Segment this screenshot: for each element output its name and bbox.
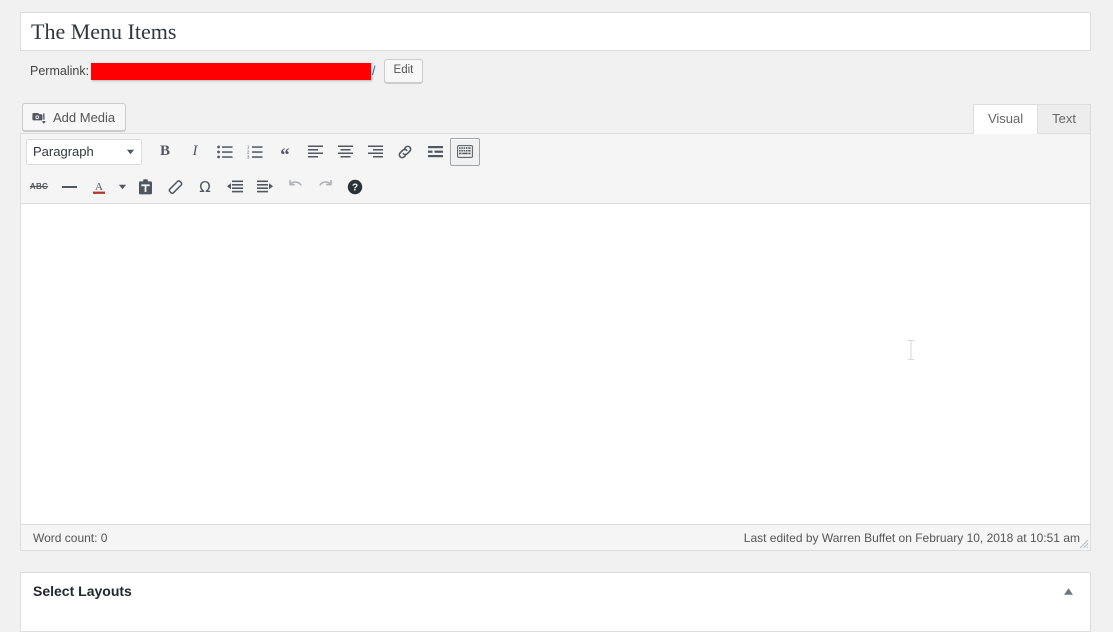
format-select[interactable]: Paragraph	[26, 138, 142, 165]
text-color-button[interactable]: A	[84, 173, 114, 201]
align-center-icon	[337, 145, 353, 158]
numbered-list-button[interactable]: 1 2 3	[240, 138, 270, 166]
clear-formatting-button[interactable]	[160, 173, 190, 201]
content-editor: Paragraph B I 1 2 3 “ ABC A Ω ? Word cou…	[20, 133, 1091, 551]
keyboard-shortcuts-button[interactable]: ?	[340, 173, 370, 201]
toolbar-toggle-button[interactable]	[450, 137, 480, 166]
redo-icon	[317, 179, 334, 194]
svg-text:A: A	[95, 181, 103, 193]
tab-visual[interactable]: Visual	[972, 104, 1039, 134]
italic-button[interactable]: I	[180, 138, 210, 166]
post-title-box	[20, 12, 1091, 51]
chevron-down-icon	[126, 144, 135, 159]
read-more-icon	[427, 145, 443, 158]
permalink-label: Permalink:	[30, 64, 90, 78]
insert-link-button[interactable]	[390, 138, 420, 166]
paste-as-text-button[interactable]	[130, 173, 160, 201]
bulleted-list-icon	[217, 145, 233, 159]
bulleted-list-button[interactable]	[210, 138, 240, 166]
triangle-up-icon	[1063, 584, 1074, 599]
undo-icon	[287, 179, 304, 194]
strikethrough-icon: ABC	[29, 182, 49, 191]
post-title-input[interactable]	[21, 13, 1090, 50]
add-media-button[interactable]: Add Media	[22, 103, 127, 131]
redo-button[interactable]	[310, 173, 340, 201]
blockquote-icon: “	[280, 144, 290, 166]
horizontal-rule-icon	[61, 185, 77, 189]
outdent-icon	[227, 180, 243, 193]
permalink-redacted-url	[91, 62, 372, 80]
svg-text:?: ?	[352, 182, 358, 193]
indent-button[interactable]	[250, 173, 280, 201]
numbered-list-icon: 1 2 3	[247, 145, 263, 159]
read-more-button[interactable]	[420, 138, 450, 166]
strikethrough-button[interactable]: ABC	[24, 173, 54, 201]
word-count-label: Word count: 0	[33, 530, 108, 545]
select-layouts-title: Select Layouts	[33, 583, 132, 599]
outdent-button[interactable]	[220, 173, 250, 201]
bold-button[interactable]: B	[150, 138, 180, 166]
svg-text:3: 3	[247, 154, 250, 159]
undo-button[interactable]	[280, 173, 310, 201]
align-left-icon	[307, 145, 323, 158]
media-camera-icon	[31, 110, 46, 125]
select-layouts-panel-header[interactable]: Select Layouts	[21, 573, 1090, 609]
editor-mode-tabs: Visual Text	[972, 103, 1091, 134]
horizontal-rule-button[interactable]	[54, 173, 84, 201]
editor-content-area[interactable]	[21, 204, 1090, 517]
panel-collapse-toggle[interactable]	[1058, 581, 1078, 601]
link-icon	[397, 144, 413, 160]
last-edited-label: Last edited by Warren Buffet on February…	[743, 530, 1080, 545]
editor-toolbar: Paragraph B I 1 2 3 “ ABC A Ω ?	[21, 134, 1090, 204]
toolbar-row-2: ABC A Ω ?	[21, 169, 1090, 204]
editor-status-bar: Word count: 0 Last edited by Warren Buff…	[21, 524, 1090, 550]
kitchen-sink-icon	[457, 145, 473, 158]
italic-icon: I	[192, 143, 198, 159]
indent-icon	[257, 180, 273, 193]
toolbar-row-1: Paragraph B I 1 2 3 “	[21, 134, 1090, 169]
special-character-button[interactable]: Ω	[190, 173, 220, 201]
tab-text[interactable]: Text	[1037, 104, 1091, 134]
format-select-value: Paragraph	[33, 144, 94, 159]
editor-resize-handle[interactable]	[1077, 537, 1089, 549]
add-media-label: Add Media	[53, 109, 116, 125]
editor-top-row: Add Media Visual Text	[20, 103, 1091, 134]
text-color-icon: A	[91, 179, 107, 195]
align-center-button[interactable]	[330, 138, 360, 166]
select-layouts-panel: Select Layouts	[20, 572, 1091, 632]
omega-icon: Ω	[199, 177, 211, 196]
help-icon: ?	[347, 179, 363, 195]
edit-permalink-button[interactable]: Edit	[383, 59, 424, 83]
align-left-button[interactable]	[300, 138, 330, 166]
eraser-icon	[167, 179, 183, 195]
align-right-icon	[367, 145, 383, 158]
text-color-dropdown-toggle[interactable]	[114, 173, 130, 201]
blockquote-button[interactable]: “	[270, 138, 300, 166]
permalink-row: Permalink: / Edit	[30, 59, 424, 83]
permalink-trailing-slash: /	[372, 64, 376, 78]
paste-as-text-icon	[138, 178, 153, 195]
bold-icon: B	[159, 143, 170, 159]
text-cursor-icon	[906, 339, 916, 361]
align-right-button[interactable]	[360, 138, 390, 166]
